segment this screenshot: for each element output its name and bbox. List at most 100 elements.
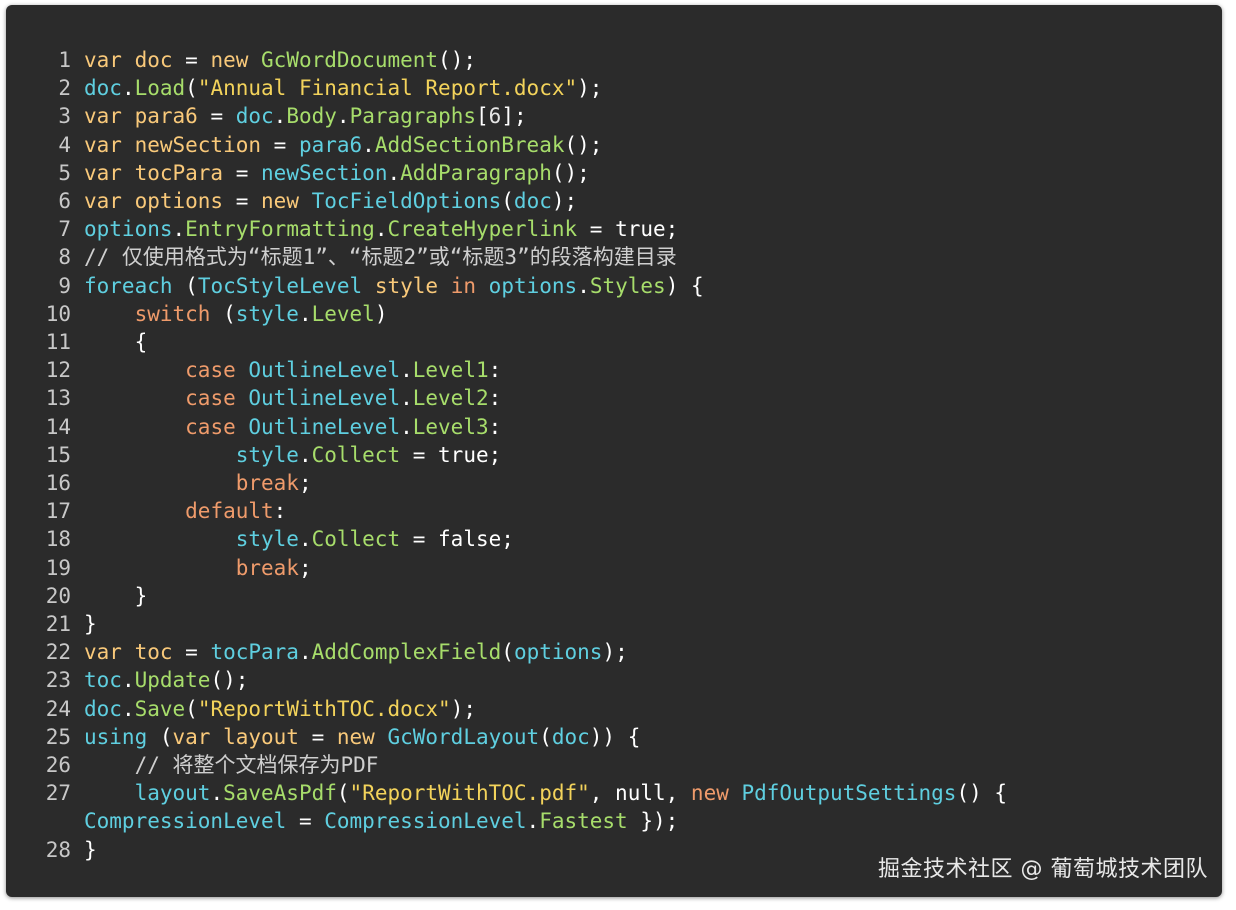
- code-token: OutlineLevel: [248, 386, 401, 411]
- code-text: doc.Load("Annual Financial Report.docx")…: [84, 74, 1222, 102]
- code-token: "ReportWithTOC.pdf": [349, 781, 590, 806]
- code-token: // 将整个文档保存为PDF: [134, 753, 379, 778]
- code-block: 1 var doc = new GcWordDocument(); 2 doc.Loa…: [6, 46, 1222, 864]
- code-token: Save: [134, 696, 186, 721]
- code-token: Level: [311, 301, 375, 326]
- code-line: 8 // 仅使用格式为“标题1”、“标题2”或“标题3”的段落构建目录: [6, 243, 1222, 271]
- code-text: case OutlineLevel.Level2:: [84, 384, 1222, 412]
- code-token: (: [147, 724, 173, 749]
- code-token: );: [577, 76, 603, 101]
- code-token: =: [197, 104, 236, 129]
- code-text: default:: [84, 497, 1222, 525]
- code-token: =: [172, 640, 211, 665]
- watermark: 掘金技术社区 @ 葡萄城技术团队: [878, 857, 1208, 882]
- code-token: =: [223, 160, 262, 185]
- code-token: (: [210, 301, 236, 326]
- code-token: Body: [286, 104, 337, 129]
- code-token: tocPara: [210, 640, 299, 665]
- code-token: style: [235, 301, 299, 326]
- code-token: doc: [551, 724, 590, 749]
- code-token: SaveAsPdf: [223, 781, 337, 806]
- code-text: }: [84, 610, 1222, 638]
- code-text: // 仅使用格式为“标题1”、“标题2”或“标题3”的段落构建目录: [84, 243, 1222, 271]
- code-token: , null,: [589, 781, 691, 806]
- code-token: }: [84, 612, 97, 637]
- code-text: switch (style.Level): [84, 300, 1222, 328]
- code-text: case OutlineLevel.Level1:: [84, 356, 1222, 384]
- code-token: doc: [84, 696, 122, 721]
- code-token: new: [261, 189, 312, 214]
- code-token: options: [134, 189, 224, 214]
- code-token: .: [121, 696, 135, 721]
- code-token: (: [336, 781, 350, 806]
- code-token: = false;: [400, 527, 514, 552]
- code-text: }: [84, 582, 1222, 610]
- code-line: 23 toc.Update();: [6, 666, 1222, 694]
- code-token: in: [450, 273, 477, 298]
- code-text: layout.SaveAsPdf("ReportWithTOC.pdf", nu…: [84, 779, 1222, 807]
- line-number: 11: [45, 330, 71, 355]
- code-token: Collect: [311, 527, 401, 552]
- code-token: =: [286, 809, 325, 834]
- code-line: 9 foreach (TocStyleLevel style in options…: [6, 272, 1222, 300]
- code-token: newSection: [134, 132, 262, 157]
- code-token: });: [627, 809, 679, 834]
- code-line: 26 // 将整个文档保存为PDF: [6, 751, 1222, 779]
- line-number: 5: [58, 160, 71, 185]
- code-token: ];: [501, 104, 527, 129]
- code-line: 1 var doc = new GcWordDocument();: [6, 46, 1222, 74]
- code-token: .: [362, 132, 375, 157]
- line-number: [6, 807, 84, 835]
- code-token: =: [223, 189, 262, 214]
- code-line: 6 var options = new TocFieldOptions(doc);: [6, 187, 1222, 215]
- code-token: ();: [210, 668, 249, 693]
- code-token: var: [84, 160, 135, 185]
- code-text: {: [84, 328, 1222, 356]
- code-token: var: [84, 640, 135, 665]
- line-number: 20: [45, 583, 71, 608]
- code-text: style.Collect = true;: [84, 441, 1222, 469]
- code-token: .: [298, 640, 312, 665]
- code-token: =: [172, 48, 211, 72]
- code-token: Level2: [412, 386, 489, 411]
- code-line: 15 style.Collect = true;: [6, 441, 1222, 469]
- code-token: (: [185, 76, 198, 101]
- code-token: Paragraphs: [349, 104, 476, 129]
- line-number: 6: [58, 189, 71, 214]
- code-token: AddParagraph: [400, 160, 552, 185]
- line-number: 24: [45, 696, 71, 721]
- code-token: var: [84, 48, 135, 72]
- code-line: 20 }: [6, 582, 1222, 610]
- code-token: Styles: [589, 273, 666, 298]
- code-token: toc: [84, 668, 122, 693]
- line-number: 2: [58, 76, 71, 101]
- code-line: 5 var tocPara = newSection.AddParagraph()…: [6, 159, 1222, 187]
- code-token: EntryFormatting: [185, 217, 375, 242]
- code-token: switch: [134, 301, 211, 326]
- line-number: 3: [58, 104, 71, 129]
- code-token: options: [513, 640, 603, 665]
- code-token: style: [235, 527, 299, 552]
- code-token: new: [690, 781, 742, 806]
- code-token: .: [526, 809, 540, 834]
- code-token: :: [273, 499, 287, 524]
- code-token: "ReportWithTOC.docx": [197, 696, 451, 721]
- line-number: 27: [45, 781, 71, 806]
- code-token: =: [261, 132, 299, 157]
- code-line: CompressionLevel = CompressionLevel.Fast…: [6, 807, 1222, 835]
- code-token: }: [84, 837, 97, 862]
- code-text: CompressionLevel = CompressionLevel.Fast…: [84, 807, 1222, 835]
- code-line: 16 break;: [6, 469, 1222, 497]
- code-token: ();: [564, 132, 603, 157]
- code-token: newSection: [261, 160, 388, 185]
- code-token: .: [336, 104, 350, 129]
- code-token: (: [501, 189, 514, 214]
- code-text: var doc = new GcWordDocument();: [84, 46, 1222, 74]
- code-token: style: [374, 273, 439, 298]
